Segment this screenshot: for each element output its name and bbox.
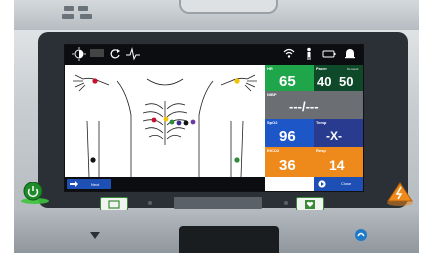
ecg-icon (126, 47, 140, 61)
softkey-left[interactable] (100, 197, 128, 211)
bell-icon (345, 49, 355, 59)
battery-slot (179, 226, 279, 253)
electrode-la (234, 78, 240, 84)
contrast-icon (72, 47, 86, 61)
port-4 (80, 14, 92, 19)
port-1 (64, 6, 74, 11)
resp-value: 14 (329, 157, 345, 173)
pacer-rate: 40 (317, 74, 332, 89)
temp-value: -X- (326, 129, 342, 143)
electrode-v3 (169, 119, 175, 125)
sensor-button[interactable]: SENSOR (89, 47, 105, 72)
body-outline (73, 74, 257, 178)
hr-label: HR (267, 66, 273, 71)
port-3 (62, 14, 74, 19)
port-2 (78, 6, 88, 11)
display-screen: SENSOR RESET ECG WI-FI (64, 44, 364, 192)
pacer-tile[interactable]: Pacer Demand 40 50 (314, 65, 363, 91)
resp-label: Resp (316, 148, 326, 153)
refresh-icon (110, 49, 120, 59)
patient-icon (307, 47, 311, 60)
electrode-v5 (183, 120, 189, 126)
etco2-tile[interactable]: EtCO2 36 (265, 147, 314, 177)
temp-label: Temp (316, 120, 327, 125)
battery-status (321, 47, 337, 63)
alarm-button[interactable] (342, 47, 358, 63)
wifi-icon (283, 48, 295, 58)
pacer-output: 50 (339, 74, 354, 89)
status-bar: SENSOR RESET ECG WI-FI (65, 45, 363, 72)
nibp-label: NIBP (267, 92, 277, 97)
hr-value: 65 (279, 73, 296, 90)
electrode-ll (234, 157, 240, 163)
electrode-v1 (151, 117, 157, 123)
reset-button[interactable]: RESET (107, 47, 123, 72)
indicator-dot-left (148, 201, 152, 205)
electrode-v4 (176, 120, 182, 126)
patient-button[interactable]: ADULT (301, 47, 317, 72)
power-button[interactable] (20, 181, 50, 204)
temp-tile[interactable]: Temp -X- (314, 119, 363, 147)
electrode-v6 (190, 119, 196, 125)
top-housing (14, 0, 419, 30)
down-arrow-icon (90, 232, 100, 239)
sensor-icon (90, 49, 104, 57)
hr-tile[interactable]: HR 65 (265, 65, 314, 91)
spo2-value: 96 (279, 128, 296, 145)
next-label: Next (91, 182, 100, 187)
bottom-nav-bar: Next (65, 177, 265, 191)
pacer-label: Pacer (316, 66, 327, 71)
resp-tile[interactable]: Resp 14 (314, 147, 363, 177)
vitals-panel: HR 65 Pacer Demand 40 50 NIBP ---/--- Sp… (265, 65, 363, 191)
wifi-button[interactable]: WI-FI (281, 47, 297, 72)
shock-button[interactable] (386, 181, 414, 207)
arrow-right-icon (70, 181, 78, 187)
indicator-dot-right (284, 201, 288, 205)
electrode-rl (90, 157, 96, 163)
lcd-strip (174, 197, 262, 209)
electrode-v2 (163, 116, 169, 122)
etco2-label: EtCO2 (267, 148, 280, 153)
softkey-right[interactable] (296, 197, 324, 211)
next-button[interactable]: Next (67, 179, 111, 189)
ecg-button[interactable]: ECG (125, 47, 141, 72)
close-button[interactable]: Close (314, 177, 363, 191)
battery-icon (322, 50, 336, 58)
brand-logo-icon (355, 229, 367, 241)
spo2-tile[interactable]: SpO2 96 (265, 119, 314, 147)
close-label: Close (341, 181, 352, 186)
carry-handle (179, 0, 278, 14)
nibp-value: ---/--- (289, 99, 319, 114)
electrode-placement-diagram (65, 65, 265, 178)
etco2-value: 36 (279, 157, 296, 174)
contrast-button[interactable] (71, 47, 87, 63)
connector-ports (62, 4, 112, 22)
nibp-tile[interactable]: NIBP ---/--- (265, 91, 363, 119)
arrow-circle-icon (318, 180, 326, 188)
spo2-label: SpO2 (267, 120, 278, 125)
pacer-mode: Demand (347, 67, 359, 71)
electrode-ra (92, 78, 98, 84)
